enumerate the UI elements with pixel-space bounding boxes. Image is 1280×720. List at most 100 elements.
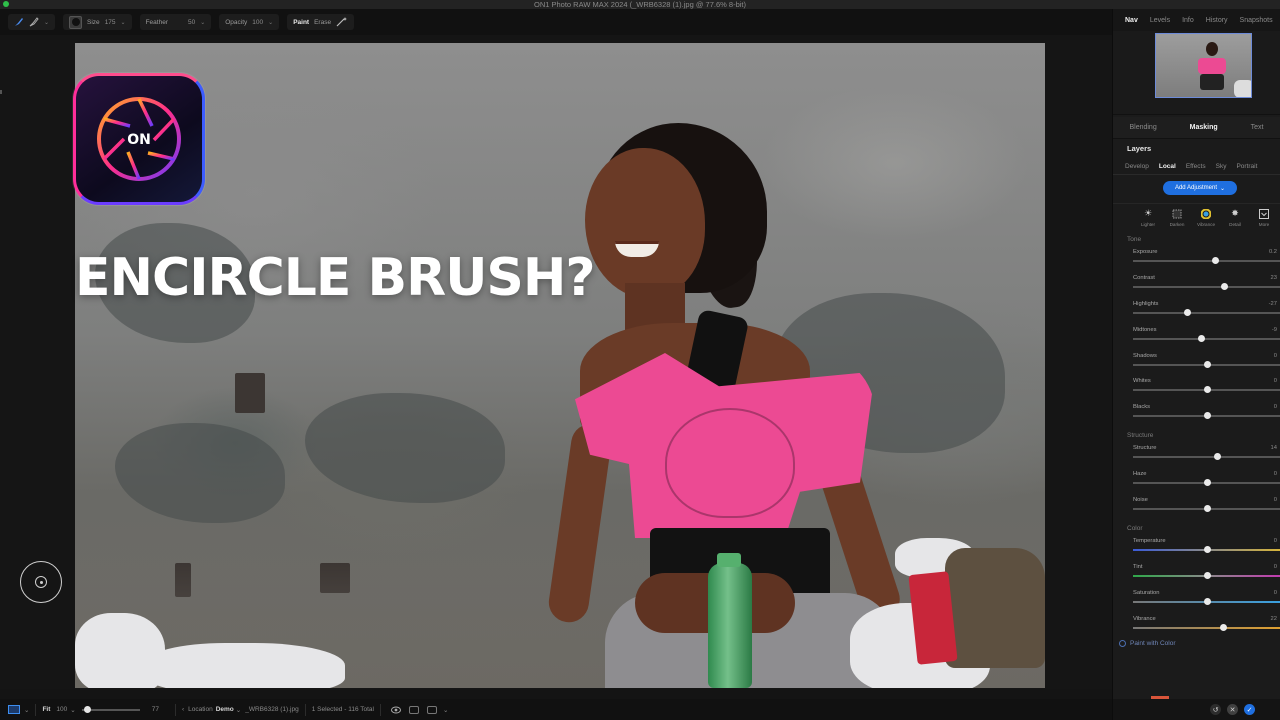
zoom-slider-knob[interactable]	[83, 705, 91, 713]
preset-darken[interactable]: Darken	[1166, 208, 1188, 231]
add-adjustment-button[interactable]: Add Adjustment ⌄	[1163, 181, 1237, 195]
slider-track[interactable]	[1133, 260, 1280, 262]
preview-mode-icon[interactable]	[426, 705, 437, 714]
paint-mode-button[interactable]: Paint	[293, 19, 309, 26]
filmstrip-view-button[interactable]	[8, 705, 20, 714]
tab-develop[interactable]: Develop	[1125, 163, 1149, 170]
paint-erase-toggle[interactable]: Paint Erase	[287, 14, 355, 30]
slider-value[interactable]: 0.2	[1269, 249, 1277, 255]
slider-value[interactable]: 0	[1274, 538, 1277, 544]
slider-structure[interactable]: Structure 14	[1113, 442, 1280, 468]
slider-highlights[interactable]: Highlights -27	[1113, 298, 1280, 324]
chevron-down-icon[interactable]: ⌄	[268, 19, 273, 26]
slider-knob[interactable]	[1203, 545, 1211, 553]
tab-masking[interactable]: Masking	[1190, 124, 1218, 131]
slider-tint[interactable]: Tint 0	[1113, 561, 1280, 587]
slider-knob[interactable]	[1203, 597, 1211, 605]
slider-value[interactable]: 0	[1274, 564, 1277, 570]
tab-text[interactable]: Text	[1251, 124, 1264, 131]
slider-track[interactable]	[1133, 626, 1280, 629]
chevron-down-icon[interactable]: ⌄	[121, 19, 126, 26]
slider-value[interactable]: -9	[1272, 327, 1277, 333]
layers-heading[interactable]: Layers	[1113, 139, 1280, 159]
tab-sky[interactable]: Sky	[1216, 163, 1227, 170]
brush-tool-group[interactable]: ⌄	[8, 14, 56, 30]
feather-control[interactable]: Feather 50 ⌄	[139, 14, 212, 30]
fit-button[interactable]: Fit	[42, 706, 50, 713]
slider-value[interactable]: 0	[1274, 404, 1277, 410]
slider-saturation[interactable]: Saturation 0	[1113, 587, 1280, 613]
slider-knob[interactable]	[1184, 308, 1192, 316]
feather-value[interactable]: 50	[188, 19, 195, 26]
chevron-down-icon[interactable]: ⌄	[70, 706, 75, 714]
section-tone[interactable]: Tone	[1113, 234, 1280, 246]
slider-knob[interactable]	[1219, 623, 1227, 631]
size-control[interactable]: Size 175 ⌄	[63, 14, 132, 30]
preset-lighter[interactable]: ☀ Lighter	[1137, 208, 1159, 231]
slider-vibrance[interactable]: Vibrance 22	[1113, 613, 1280, 639]
slider-knob[interactable]	[1221, 282, 1229, 290]
brush-icon[interactable]	[14, 17, 24, 27]
brush-variant-icon[interactable]	[29, 17, 39, 27]
erase-mode-button[interactable]: Erase	[314, 19, 331, 26]
slider-value[interactable]: 0	[1274, 353, 1277, 359]
slider-noise[interactable]: Noise 0	[1113, 494, 1280, 520]
slider-temperature[interactable]: Temperature 0	[1113, 535, 1280, 561]
slider-track[interactable]	[1133, 311, 1280, 314]
zoom-slider[interactable]	[81, 705, 140, 713]
tab-nav[interactable]: Nav	[1119, 17, 1144, 24]
slider-exposure[interactable]: Exposure 0.2	[1113, 246, 1280, 272]
section-color[interactable]: Color	[1113, 523, 1280, 535]
tab-levels[interactable]: Levels	[1144, 17, 1176, 24]
chevron-left-icon[interactable]: ‹	[182, 706, 184, 713]
compare-icon[interactable]	[408, 705, 419, 714]
slider-value[interactable]: -27	[1269, 301, 1277, 307]
opacity-control[interactable]: Opacity 100 ⌄	[219, 14, 280, 30]
slider-midtones[interactable]: Midtones -9	[1113, 324, 1280, 350]
tab-info[interactable]: Info	[1176, 17, 1200, 24]
tab-local[interactable]: Local	[1159, 163, 1176, 170]
slider-knob[interactable]	[1203, 571, 1211, 579]
tab-history[interactable]: History	[1200, 17, 1234, 24]
preset-detail[interactable]: ✸ Detail	[1224, 208, 1246, 231]
canvas-area[interactable]: ON ENCIRCLE BRUSH?	[0, 35, 1112, 689]
chevron-down-icon[interactable]: ⌄	[44, 19, 49, 26]
slider-value[interactable]: 14	[1271, 445, 1277, 451]
slider-haze[interactable]: Haze 0	[1113, 468, 1280, 494]
preset-vibrance[interactable]: Vibrance	[1195, 208, 1217, 231]
slider-value[interactable]: 0	[1274, 471, 1277, 477]
radio-icon[interactable]	[1119, 640, 1126, 648]
tab-portrait[interactable]: Portrait	[1236, 163, 1257, 170]
slider-knob[interactable]	[1203, 360, 1211, 368]
undo-icon[interactable]: ↺	[1210, 704, 1221, 715]
slider-blacks[interactable]: Blacks 0	[1113, 401, 1280, 427]
slider-value[interactable]: 22	[1271, 616, 1277, 622]
tab-blending[interactable]: Blending	[1129, 124, 1156, 131]
cancel-button[interactable]: ✕	[1227, 704, 1238, 715]
slider-knob[interactable]	[1213, 453, 1221, 461]
slider-whites[interactable]: Whites 0	[1113, 375, 1280, 401]
slider-track[interactable]	[1133, 285, 1280, 288]
opacity-value[interactable]: 100	[252, 19, 263, 26]
slider-track[interactable]	[1133, 456, 1280, 459]
slider-knob[interactable]	[1203, 386, 1211, 394]
slider-value[interactable]: 23	[1271, 275, 1277, 281]
size-value[interactable]: 175	[105, 19, 116, 26]
slider-knob[interactable]	[1203, 479, 1211, 487]
chevron-down-icon[interactable]: ⌄	[24, 706, 29, 714]
slider-value[interactable]: 0	[1274, 590, 1277, 596]
done-button[interactable]: ✓	[1244, 704, 1255, 715]
side-handle[interactable]	[0, 90, 2, 94]
chevron-down-icon[interactable]: ⌄	[443, 706, 448, 714]
slider-value[interactable]: 0	[1274, 378, 1277, 384]
magic-wand-icon[interactable]	[336, 17, 348, 27]
fit-value[interactable]: 100	[56, 706, 67, 713]
preset-more[interactable]: More	[1253, 208, 1275, 231]
eye-icon[interactable]	[390, 706, 401, 714]
slider-knob[interactable]	[1197, 334, 1205, 342]
tab-snapshots[interactable]: Snapshots	[1234, 17, 1279, 24]
slider-knob[interactable]	[1203, 412, 1211, 420]
photo-preview[interactable]	[75, 43, 1045, 688]
section-structure[interactable]: Structure	[1113, 430, 1280, 442]
chevron-down-icon[interactable]: ⌄	[200, 19, 205, 26]
